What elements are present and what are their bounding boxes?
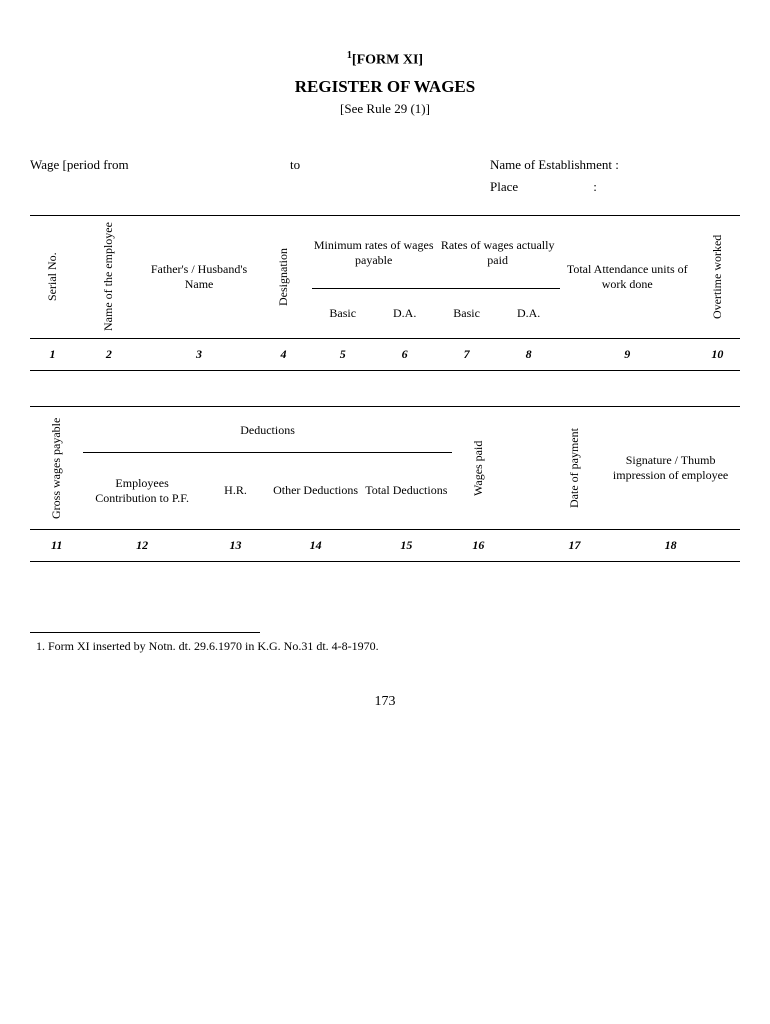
num-cell: 18 [601,529,740,561]
meta-block: Wage [period from to Name of Establishme… [30,157,740,195]
col-deductions-group: Deductions [83,406,451,452]
col-total-attendance: Total Attendance units of work done [560,215,695,338]
col-min-rates-group: Minimum rates of wages payable [312,215,436,288]
document-header: 1[FORM XI] REGISTER OF WAGES [See Rule 2… [30,50,740,117]
num-cell: 12 [83,529,200,561]
document-subtitle: [See Rule 29 (1)] [30,101,740,117]
num-cell: 9 [560,338,695,370]
wages-table-1: Serial No. Name of the employee Father's… [30,215,740,371]
num-cell: 10 [695,338,740,370]
col-overtime-worked: Overtime worked [710,222,725,332]
wage-period-from-label: Wage [period from [30,157,290,173]
form-label: 1[FORM XI] [30,50,740,69]
table-2-number-row: 11 12 13 14 15 16 17 18 [30,529,740,561]
table-1-number-row: 1 2 3 4 5 6 7 8 9 10 [30,338,740,370]
col-serial-no: Serial No. [45,222,60,332]
col-basic-2: Basic [436,288,498,338]
col-da-2: D.A. [498,288,560,338]
place-label: Place [490,179,590,195]
num-cell: 4 [255,338,311,370]
col-emp-contrib-pf: Employees Contribution to P.F. [83,453,200,530]
num-cell: 3 [143,338,256,370]
num-cell: 8 [498,338,560,370]
num-cell: 14 [270,529,361,561]
footnote-text: 1. Form XI inserted by Notn. dt. 29.6.19… [36,639,740,654]
to-label: to [290,157,490,173]
col-fathers-husbands: Father's / Husband's Name [143,215,256,338]
num-cell: 17 [548,529,601,561]
col-other-deductions: Other Deductions [270,453,361,530]
form-label-text: [FORM XI] [352,53,423,68]
num-cell: 15 [361,529,452,561]
name-of-establishment-label: Name of Establishment : [490,157,740,173]
col-hr: H.R. [201,453,270,530]
col-wages-paid: Wages paid [471,413,486,523]
num-cell: 1 [30,338,75,370]
num-cell: 11 [30,529,83,561]
num-cell: 16 [452,529,505,561]
document-title: REGISTER OF WAGES [30,77,740,97]
place-colon: : [593,179,597,194]
col-basic-1: Basic [312,288,374,338]
col-designation: Designation [276,222,291,332]
col-total-deductions: Total Deductions [361,453,452,530]
page-number: 173 [30,694,740,710]
num-cell: 5 [312,338,374,370]
col-gross-wages: Gross wages payable [49,413,64,523]
col-da-1: D.A. [374,288,436,338]
col-rates-actually-group: Rates of wages actually paid [436,215,560,288]
col-name-employee: Name of the employee [101,222,116,332]
wages-table-2: Gross wages payable Deductions Wages pai… [30,406,740,562]
footnote-rule [30,632,260,633]
col-date-of-payment: Date of payment [567,413,582,523]
num-cell: 7 [436,338,498,370]
num-cell: 6 [374,338,436,370]
num-cell: 13 [201,529,270,561]
col-signature-thumb: Signature / Thumb impression of employee [601,406,740,529]
num-cell [505,529,548,561]
num-cell: 2 [75,338,143,370]
